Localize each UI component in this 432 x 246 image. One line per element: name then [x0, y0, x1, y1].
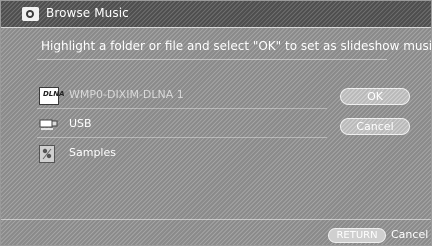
source-item-samples[interactable]: Samples	[37, 143, 317, 165]
instruction-underline	[37, 59, 387, 60]
source-item-dlna[interactable]: DLNA WMP0-DIXIM-DLNA 1	[37, 85, 317, 107]
camera-icon	[22, 7, 39, 21]
title-bar: Browse Music	[1, 1, 431, 28]
source-label: WMP0-DIXIM-DLNA 1	[69, 88, 184, 101]
footer-bar: RETURN Cancel	[1, 219, 431, 245]
ok-button[interactable]: OK	[340, 88, 410, 105]
row-divider	[37, 137, 327, 138]
cancel-button[interactable]: Cancel	[340, 118, 410, 135]
return-cancel-label: Cancel	[391, 228, 429, 241]
return-key-badge[interactable]: RETURN	[328, 228, 386, 243]
instruction-text: Highlight a folder or file and select "O…	[41, 39, 432, 53]
samples-folder-icon	[39, 145, 55, 163]
source-label: Samples	[69, 146, 116, 159]
window-title: Browse Music	[46, 6, 129, 20]
source-item-usb[interactable]: USB	[37, 114, 317, 136]
browse-music-dialog: Browse Music Highlight a folder or file …	[0, 0, 432, 246]
dlna-server-icon: DLNA	[39, 87, 65, 105]
dlna-icon-text: DLNA	[43, 90, 65, 98]
source-label: USB	[69, 117, 92, 130]
usb-icon	[39, 116, 59, 134]
row-divider	[37, 108, 327, 109]
